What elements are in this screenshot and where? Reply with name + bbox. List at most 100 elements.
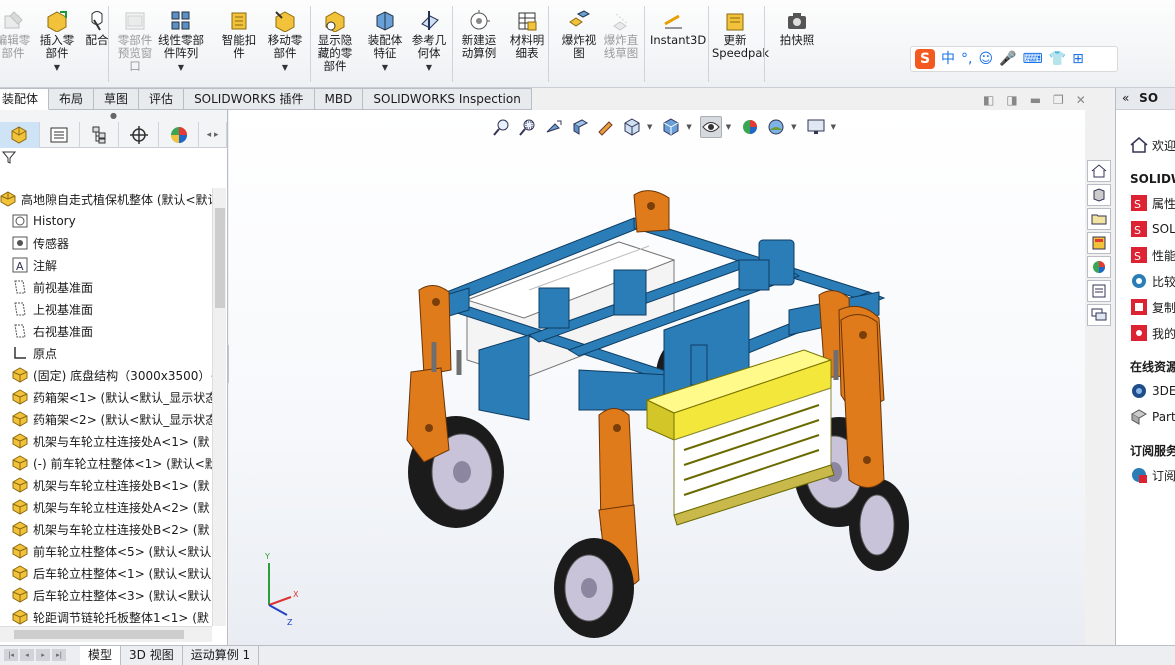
tree-item[interactable]: A 注解 xyxy=(0,254,212,276)
tp-forum-icon[interactable] xyxy=(1087,304,1111,326)
ribbon-button-show-hidden[interactable]: 显示隐 藏的零 部件 xyxy=(312,10,358,73)
dropdown-arrow-icon[interactable]: ▼ xyxy=(406,61,452,74)
ribbon-button-explode-line[interactable]: 爆炸直 线草图 xyxy=(598,10,644,60)
task-pane-link[interactable]: Part xyxy=(1116,404,1175,430)
panel-grip[interactable]: ● xyxy=(0,110,227,122)
minimize-doc-icon[interactable]: ▬ xyxy=(1030,93,1041,107)
ribbon-button-bom[interactable]: 材料明 细表 xyxy=(504,10,550,60)
tree-item[interactable]: 机架与车轮立柱连接处A<2> (默 xyxy=(0,496,212,518)
tp-custom-properties-icon[interactable] xyxy=(1087,280,1111,302)
filter-icon[interactable] xyxy=(1,150,17,164)
graphics-area[interactable]: ▼ ▼ ▼ ▼ ▼ Y X Z xyxy=(229,110,1085,645)
sogou-punctuation[interactable]: °, xyxy=(961,49,972,69)
tab-sketch[interactable]: 草图 xyxy=(94,88,140,110)
prev-tab-icon[interactable]: ◂ xyxy=(20,649,34,661)
ribbon-button-move-component[interactable]: 移动零 部件 ▼ xyxy=(262,10,308,74)
property-manager-tab-icon[interactable] xyxy=(40,122,80,148)
tree-item[interactable]: 右视基准面 xyxy=(0,320,212,342)
tree-item[interactable]: (-) 前车轮立柱整体<1> (默认<默 xyxy=(0,452,212,474)
tree-item[interactable]: 前视基准面 xyxy=(0,276,212,298)
tree-item[interactable]: 轮距调节链轮托板整体1<1> (默 xyxy=(0,606,212,626)
tab-mbd[interactable]: MBD xyxy=(314,88,364,110)
ribbon-button-snapshot[interactable]: 拍快照 xyxy=(774,10,820,47)
tp-design-library-icon[interactable] xyxy=(1087,184,1111,206)
model-3d-render[interactable]: Y X Z xyxy=(229,110,1085,645)
ribbon-button-speedpak[interactable]: 更新 Speedpak xyxy=(712,10,769,60)
next-tab-icon[interactable]: ▸ xyxy=(36,649,50,661)
configuration-manager-tab-icon[interactable] xyxy=(80,122,120,148)
tree-item[interactable]: 药箱架<2> (默认<默认_显示状态 xyxy=(0,408,212,430)
dimxpert-tab-icon[interactable] xyxy=(119,122,160,148)
sogou-skin-icon[interactable]: 👕 xyxy=(1049,49,1066,69)
dropdown-arrow-icon[interactable]: ▼ xyxy=(262,61,308,74)
tree-horizontal-scrollbar[interactable] xyxy=(0,626,212,642)
tab-motion-study-1[interactable]: 运动算例 1 xyxy=(183,646,260,665)
dropdown-arrow-icon[interactable]: ▼ xyxy=(34,61,80,74)
tree-item[interactable]: 后车轮立柱整体<1> (默认<默认 xyxy=(0,562,212,584)
tab-model[interactable]: 模型 xyxy=(80,646,122,665)
task-pane-link[interactable]: 3DE xyxy=(1116,378,1175,404)
tree-item[interactable]: 传感器 xyxy=(0,232,212,254)
feature-manager-tab-icon[interactable] xyxy=(0,122,40,148)
tree-item[interactable]: (固定) 底盘结构（3000x3500）< xyxy=(0,364,212,386)
sogou-input-bar[interactable]: S 中 °, ☺ 🎤 ⌨ 👕 ⊞ xyxy=(910,46,1118,72)
tp-file-explorer-icon[interactable] xyxy=(1087,208,1111,230)
tree-item[interactable]: 原点 xyxy=(0,342,212,364)
task-pane-link[interactable]: S SOL xyxy=(1116,216,1175,242)
ribbon-button-reference-geometry[interactable]: 参考几 何体 ▼ xyxy=(406,10,452,74)
dropdown-arrow-icon[interactable]: ▼ xyxy=(158,61,204,74)
tree-vertical-scrollbar[interactable] xyxy=(212,188,226,626)
tab-inspection[interactable]: SOLIDWORKS Inspection xyxy=(363,88,532,110)
task-pane-link[interactable]: S 属性 xyxy=(1116,190,1175,216)
tab-3d-view[interactable]: 3D 视图 xyxy=(121,646,183,665)
task-pane-link[interactable]: 复制 xyxy=(1116,294,1175,320)
tab-layout[interactable]: 布局 xyxy=(49,88,95,110)
tree-item-label: 后车轮立柱整体<3> (默认<默认 xyxy=(33,588,212,603)
sogou-keyboard-icon[interactable]: ⌨ xyxy=(1023,49,1043,69)
tab-evaluate[interactable]: 评估 xyxy=(139,88,185,110)
sogou-voice-icon[interactable]: 🎤 xyxy=(999,49,1016,69)
tp-view-palette-icon[interactable] xyxy=(1087,232,1111,254)
tree-item[interactable]: History xyxy=(0,210,212,232)
tree-root-assembly[interactable]: 高地隙自走式植保机整体 (默认<默认 xyxy=(0,188,212,210)
ribbon-button-assembly-feature[interactable]: 装配体 特征 ▼ xyxy=(362,10,408,74)
tab-solidworks-addins[interactable]: SOLIDWORKS 插件 xyxy=(184,88,315,110)
tp-home-icon[interactable] xyxy=(1087,160,1111,182)
tree-item[interactable]: 后车轮立柱整体<3> (默认<默认 xyxy=(0,584,212,606)
ribbon-button-preview-window[interactable]: 零部件 预览窗口 xyxy=(112,10,158,73)
tab-assembly[interactable]: 装配体 xyxy=(0,88,50,110)
tile-left-icon[interactable]: ◧ xyxy=(983,93,994,107)
restore-doc-icon[interactable]: ❐ xyxy=(1053,93,1064,107)
annotation-icon: A xyxy=(12,257,28,273)
tree-item[interactable]: 机架与车轮立柱连接处A<1> (默 xyxy=(0,430,212,452)
ribbon-button-smart-fastener[interactable]: 智能扣件 xyxy=(216,10,262,60)
collapse-pane-icon[interactable]: « xyxy=(1116,91,1135,105)
tp-appearances-icon[interactable] xyxy=(1087,256,1111,278)
sogou-chinese-mode[interactable]: 中 xyxy=(941,49,955,69)
ribbon-separator xyxy=(108,6,109,82)
sogou-emoji-icon[interactable]: ☺ xyxy=(978,49,993,69)
ribbon-button-instant3d[interactable]: Instant3D xyxy=(650,10,706,47)
task-pane-link[interactable]: S 性能 xyxy=(1116,242,1175,268)
close-doc-icon[interactable]: ✕ xyxy=(1076,93,1086,107)
tree-item[interactable]: 机架与车轮立柱连接处B<2> (默 xyxy=(0,518,212,540)
sogou-toolbox-icon[interactable]: ⊞ xyxy=(1072,49,1084,69)
first-tab-icon[interactable]: |◂ xyxy=(4,649,18,661)
ribbon-button-motion-study[interactable]: 新建运 动算例 xyxy=(456,10,502,60)
panel-tab-scroll[interactable]: ◂ ▸ xyxy=(199,122,228,148)
ribbon-button-linear-pattern[interactable]: 线性零部 件阵列 ▼ xyxy=(158,10,204,74)
display-manager-tab-icon[interactable] xyxy=(159,122,200,148)
task-pane-link[interactable]: 订阅 xyxy=(1116,462,1175,488)
ribbon-button-edit-component[interactable]: 编辑零 部件 xyxy=(0,10,36,60)
task-pane-link[interactable]: 我的 xyxy=(1116,320,1175,346)
task-pane-link[interactable]: 欢迎 xyxy=(1116,132,1175,158)
tree-item[interactable]: 机架与车轮立柱连接处B<1> (默 xyxy=(0,474,212,496)
tree-item[interactable]: 上视基准面 xyxy=(0,298,212,320)
last-tab-icon[interactable]: ▸| xyxy=(52,649,66,661)
dropdown-arrow-icon[interactable]: ▼ xyxy=(362,61,408,74)
ribbon-button-exploded-view[interactable]: 爆炸视图 xyxy=(556,10,602,60)
task-pane-link[interactable]: 比较 xyxy=(1116,268,1175,294)
tree-item[interactable]: 前车轮立柱整体<5> (默认<默认 xyxy=(0,540,212,562)
tile-right-icon[interactable]: ◨ xyxy=(1006,93,1017,107)
tree-item[interactable]: 药箱架<1> (默认<默认_显示状态 xyxy=(0,386,212,408)
